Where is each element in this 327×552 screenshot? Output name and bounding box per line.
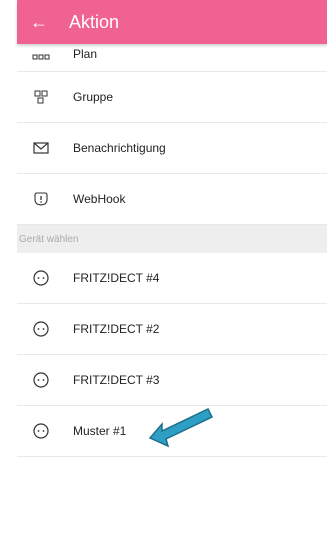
app-bar: ← Aktion xyxy=(17,0,327,44)
list-item-device[interactable]: FRITZ!DECT #4 xyxy=(17,253,327,304)
list-item-label: Gruppe xyxy=(73,90,114,104)
pointer-arrow-icon xyxy=(148,408,214,448)
list-item-gruppe[interactable]: Gruppe xyxy=(17,72,327,123)
action-list: Plan Gruppe Benachrichtigung WebHook Ger… xyxy=(17,34,327,457)
socket-icon xyxy=(23,423,59,439)
list-item-label: FRITZ!DECT #4 xyxy=(73,271,160,285)
list-item-benachrichtigung[interactable]: Benachrichtigung xyxy=(17,123,327,174)
section-header: Gerät wählen xyxy=(17,225,327,253)
list-item-label: Benachrichtigung xyxy=(73,141,166,155)
socket-icon xyxy=(23,321,59,337)
group-icon xyxy=(23,90,59,104)
back-arrow-icon: ← xyxy=(30,11,48,32)
envelope-icon xyxy=(23,142,59,154)
list-item-label: Muster #1 xyxy=(73,424,127,438)
list-item-device[interactable]: FRITZ!DECT #2 xyxy=(17,304,327,355)
back-button[interactable]: ← xyxy=(17,0,61,44)
socket-icon xyxy=(23,372,59,388)
list-item-label: FRITZ!DECT #2 xyxy=(73,322,160,336)
list-item-label: FRITZ!DECT #3 xyxy=(73,373,160,387)
socket-icon xyxy=(23,270,59,286)
webhook-icon xyxy=(23,192,59,206)
list-item-label: Plan xyxy=(73,47,98,61)
list-item-label: WebHook xyxy=(73,192,126,206)
plan-icon xyxy=(23,53,59,61)
list-item-webhook[interactable]: WebHook xyxy=(17,174,327,225)
page-title: Aktion xyxy=(69,11,120,32)
